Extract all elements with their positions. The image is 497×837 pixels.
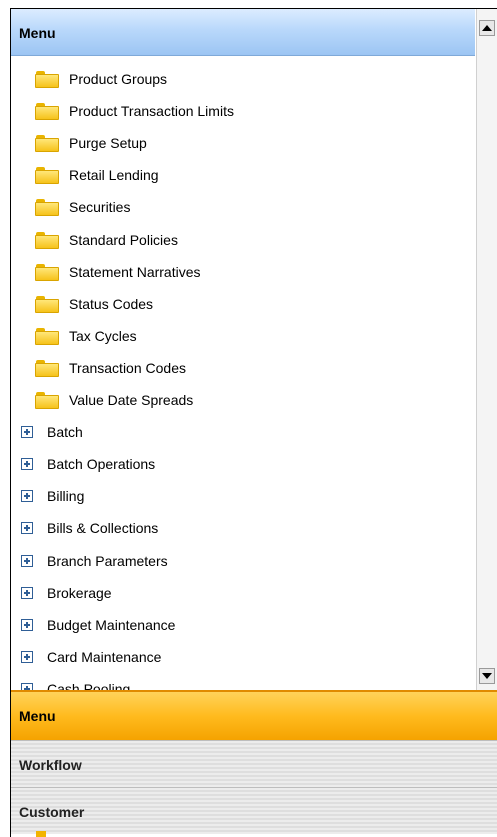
tree-folder-item[interactable]: Securities — [35, 193, 130, 221]
plus-box-icon[interactable] — [21, 587, 33, 599]
tree-group-item[interactable]: Branch Parameters — [21, 547, 168, 575]
tree-folder-label: Tax Cycles — [69, 328, 137, 344]
tree-folder-label: Statement Narratives — [69, 264, 201, 280]
tree-group-item[interactable]: Batch Operations — [21, 450, 155, 478]
tree-folder-label: Status Codes — [69, 296, 154, 312]
tree-group-item[interactable]: Brokerage — [21, 579, 112, 607]
nav-menu-button[interactable]: Menu — [11, 690, 497, 740]
plus-box-icon[interactable] — [21, 490, 33, 502]
tree-group-item[interactable]: Billing — [21, 482, 84, 510]
tree-folder-label: Product Transaction Limits — [69, 103, 234, 119]
folder-icon — [35, 102, 59, 120]
nav-customer-label: Customer — [19, 804, 85, 820]
folder-icon — [35, 231, 59, 249]
plus-box-icon[interactable] — [21, 651, 33, 663]
scroll-up-button[interactable] — [479, 20, 495, 36]
menu-header-title: Menu — [19, 25, 56, 41]
tree-group-label: Card Maintenance — [47, 649, 162, 665]
plus-box-icon[interactable] — [21, 426, 33, 438]
tree-group-label: Billing — [47, 488, 85, 504]
tree-folder-label: Product Groups — [69, 71, 168, 87]
nav-workflow-button[interactable]: Workflow — [11, 740, 497, 787]
arrow-down-icon — [482, 673, 492, 679]
plus-box-icon[interactable] — [21, 683, 33, 690]
tree-group-item[interactable]: Budget Maintenance — [21, 611, 175, 639]
tree-group-label: Brokerage — [47, 585, 112, 601]
nav-workflow-label: Workflow — [19, 757, 82, 773]
tree-group-label: Cash Pooling — [47, 681, 131, 690]
folder-icon — [35, 263, 59, 281]
tree-folder-label: Value Date Spreads — [69, 392, 194, 408]
folder-icon — [35, 391, 59, 409]
tree-folder-label: Standard Policies — [69, 232, 178, 248]
plus-box-icon[interactable] — [21, 522, 33, 534]
folder-icon-partial — [36, 831, 46, 837]
tree-folder-item[interactable]: Purge Setup — [35, 129, 147, 157]
tree-scrollbar[interactable] — [476, 9, 497, 690]
tree-group-item[interactable]: Bills & Collections — [21, 514, 158, 542]
tree-folder-label: Transaction Codes — [69, 360, 186, 376]
tree-group-label: Branch Parameters — [47, 553, 168, 569]
tree-folder-item[interactable]: Tax Cycles — [35, 322, 137, 350]
nav-menu-label: Menu — [19, 708, 56, 724]
tree-folder-item[interactable]: Statement Narratives — [35, 258, 201, 286]
tree-folder-item[interactable]: Retail Lending — [35, 161, 159, 189]
tree-group-label: Batch — [47, 424, 83, 440]
tree-folder-label: Retail Lending — [69, 167, 159, 183]
folder-icon — [35, 134, 59, 152]
tree-folder-item[interactable]: Product Transaction Limits — [35, 97, 234, 125]
tree-group-item[interactable]: Card Maintenance — [21, 643, 161, 671]
nav-customer-button[interactable]: Customer — [11, 787, 497, 834]
tree-folder-item[interactable]: Status Codes — [35, 290, 153, 318]
menu-panel: Menu Product Groups Product Transaction L… — [0, 0, 497, 837]
folder-icon — [35, 359, 59, 377]
plus-box-icon[interactable] — [21, 619, 33, 631]
folder-icon — [35, 198, 59, 216]
menu-tree: Product Groups Product Transaction Limits… — [11, 56, 475, 690]
tree-folder-item[interactable]: Standard Policies — [35, 226, 178, 254]
tree-group-label: Budget Maintenance — [47, 617, 176, 633]
folder-icon — [35, 327, 59, 345]
tree-folder-label: Purge Setup — [69, 135, 147, 151]
tree-group-item[interactable]: Cash Pooling — [21, 675, 130, 690]
tree-group-label: Batch Operations — [47, 456, 156, 472]
arrow-up-icon — [482, 25, 492, 31]
tree-folder-item[interactable]: Product Groups — [35, 65, 167, 93]
tree-group-label: Bills & Collections — [47, 520, 159, 536]
folder-icon — [35, 295, 59, 313]
menu-header: Menu — [11, 9, 475, 56]
tree-group-item[interactable]: Batch — [21, 418, 83, 446]
folder-icon — [35, 70, 59, 88]
folder-icon — [35, 166, 59, 184]
plus-box-icon[interactable] — [21, 555, 33, 567]
scroll-down-button[interactable] — [479, 668, 495, 684]
tree-folder-item[interactable]: Value Date Spreads — [35, 386, 193, 414]
plus-box-icon[interactable] — [21, 458, 33, 470]
tree-folder-label: Securities — [69, 199, 131, 215]
tree-folder-item[interactable]: Transaction Codes — [35, 354, 186, 382]
